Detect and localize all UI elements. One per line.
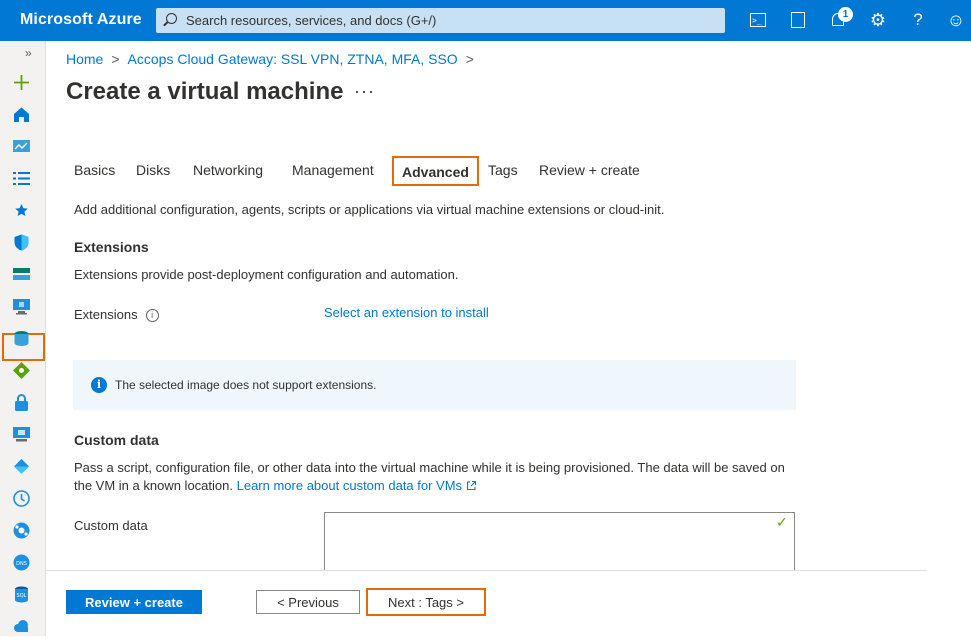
breadcrumb-home[interactable]: Home	[66, 51, 103, 67]
previous-button[interactable]: < Previous	[256, 590, 360, 614]
left-nav: » DNS SQL	[0, 41, 46, 636]
global-search[interactable]: Search resources, services, and docs (G+…	[156, 8, 725, 33]
cloud-icon[interactable]	[12, 617, 31, 636]
all-services-icon[interactable]	[12, 169, 31, 188]
svg-text:DNS: DNS	[16, 561, 27, 567]
tab-management[interactable]: Management	[292, 156, 374, 186]
intro-text: Add additional configuration, agents, sc…	[74, 202, 665, 217]
dns-icon[interactable]: DNS	[12, 553, 31, 572]
valid-check-icon: ✓	[776, 514, 788, 530]
settings-icon[interactable]: ⚙	[867, 9, 889, 31]
learn-more-link[interactable]: Learn more about custom data for VMs	[237, 478, 462, 493]
feedback-icon[interactable]: ☺	[945, 9, 967, 31]
network-icon[interactable]	[12, 361, 31, 380]
breadcrumb-separator: >	[111, 51, 120, 67]
app-service-icon[interactable]	[12, 457, 31, 476]
clock-icon[interactable]	[12, 489, 31, 508]
search-placeholder[interactable]: Search resources, services, and docs (G+…	[186, 13, 436, 28]
info-banner: i The selected image does not support ex…	[73, 360, 796, 410]
sql-db-icon[interactable]: SQL	[12, 585, 31, 604]
external-link-icon[interactable]	[466, 480, 477, 491]
directory-filter-icon[interactable]	[787, 9, 809, 31]
extensions-heading: Extensions	[74, 239, 149, 255]
page-title: Create a virtual machine	[66, 78, 344, 105]
search-icon	[166, 13, 177, 24]
dashboard-icon[interactable]	[12, 137, 31, 156]
sql-icon[interactable]	[12, 329, 31, 348]
tab-tags[interactable]: Tags	[488, 156, 518, 186]
breadcrumb-parent[interactable]: Accops Cloud Gateway: SSL VPN, ZTNA, MFA…	[128, 51, 458, 67]
info-icon[interactable]: i	[145, 309, 159, 323]
review-create-button[interactable]: Review + create	[66, 590, 202, 614]
home-icon[interactable]	[12, 105, 31, 124]
select-extension-link[interactable]: Select an extension to install	[324, 305, 489, 320]
monitor-icon[interactable]	[12, 425, 31, 444]
tab-advanced[interactable]: Advanced	[392, 156, 479, 186]
tab-disks[interactable]: Disks	[136, 156, 170, 186]
info-message: The selected image does not support exte…	[115, 378, 377, 392]
collapse-nav-icon[interactable]: »	[25, 46, 32, 60]
custom-data-heading: Custom data	[74, 432, 159, 448]
tab-networking[interactable]: Networking	[193, 156, 263, 186]
custom-data-description-line2: the VM in a known location. Learn more a…	[74, 478, 477, 493]
more-options-icon[interactable]: ···	[354, 81, 375, 102]
security-icon[interactable]	[12, 233, 31, 252]
create-resource-icon[interactable]	[12, 73, 31, 92]
tab-basics[interactable]: Basics	[74, 156, 115, 186]
favorites-icon[interactable]	[12, 201, 31, 220]
key-vault-icon[interactable]	[12, 393, 31, 412]
kubernetes-icon[interactable]	[12, 521, 31, 540]
custom-data-textarea[interactable]	[324, 512, 795, 570]
custom-data-description-text: the VM in a known location.	[74, 478, 233, 493]
svg-text:SQL: SQL	[17, 593, 27, 599]
breadcrumb: Home > Accops Cloud Gateway: SSL VPN, ZTNA…	[66, 51, 482, 67]
extensions-description: Extensions provide post-deployment confi…	[74, 267, 459, 282]
custom-data-description-line1: Pass a script, configuration file, or ot…	[74, 460, 785, 475]
notification-badge[interactable]: 1	[838, 7, 853, 22]
extensions-label-row: Extensions i	[74, 307, 159, 323]
brand-logo[interactable]: Microsoft Azure	[20, 11, 142, 29]
cloud-shell-icon[interactable]	[747, 9, 769, 32]
next-tags-button[interactable]: Next : Tags >	[366, 588, 486, 616]
top-bar: Microsoft Azure Search resources, servic…	[0, 0, 971, 41]
extensions-label: Extensions	[74, 307, 138, 322]
storage-icon[interactable]	[12, 265, 31, 284]
custom-data-label: Custom data	[74, 518, 148, 533]
help-icon[interactable]: ?	[907, 9, 929, 31]
tab-review-create[interactable]: Review + create	[539, 156, 640, 186]
virtual-machines-icon[interactable]	[12, 297, 31, 316]
info-circle-icon: i	[91, 377, 107, 393]
breadcrumb-separator: >	[465, 51, 474, 67]
